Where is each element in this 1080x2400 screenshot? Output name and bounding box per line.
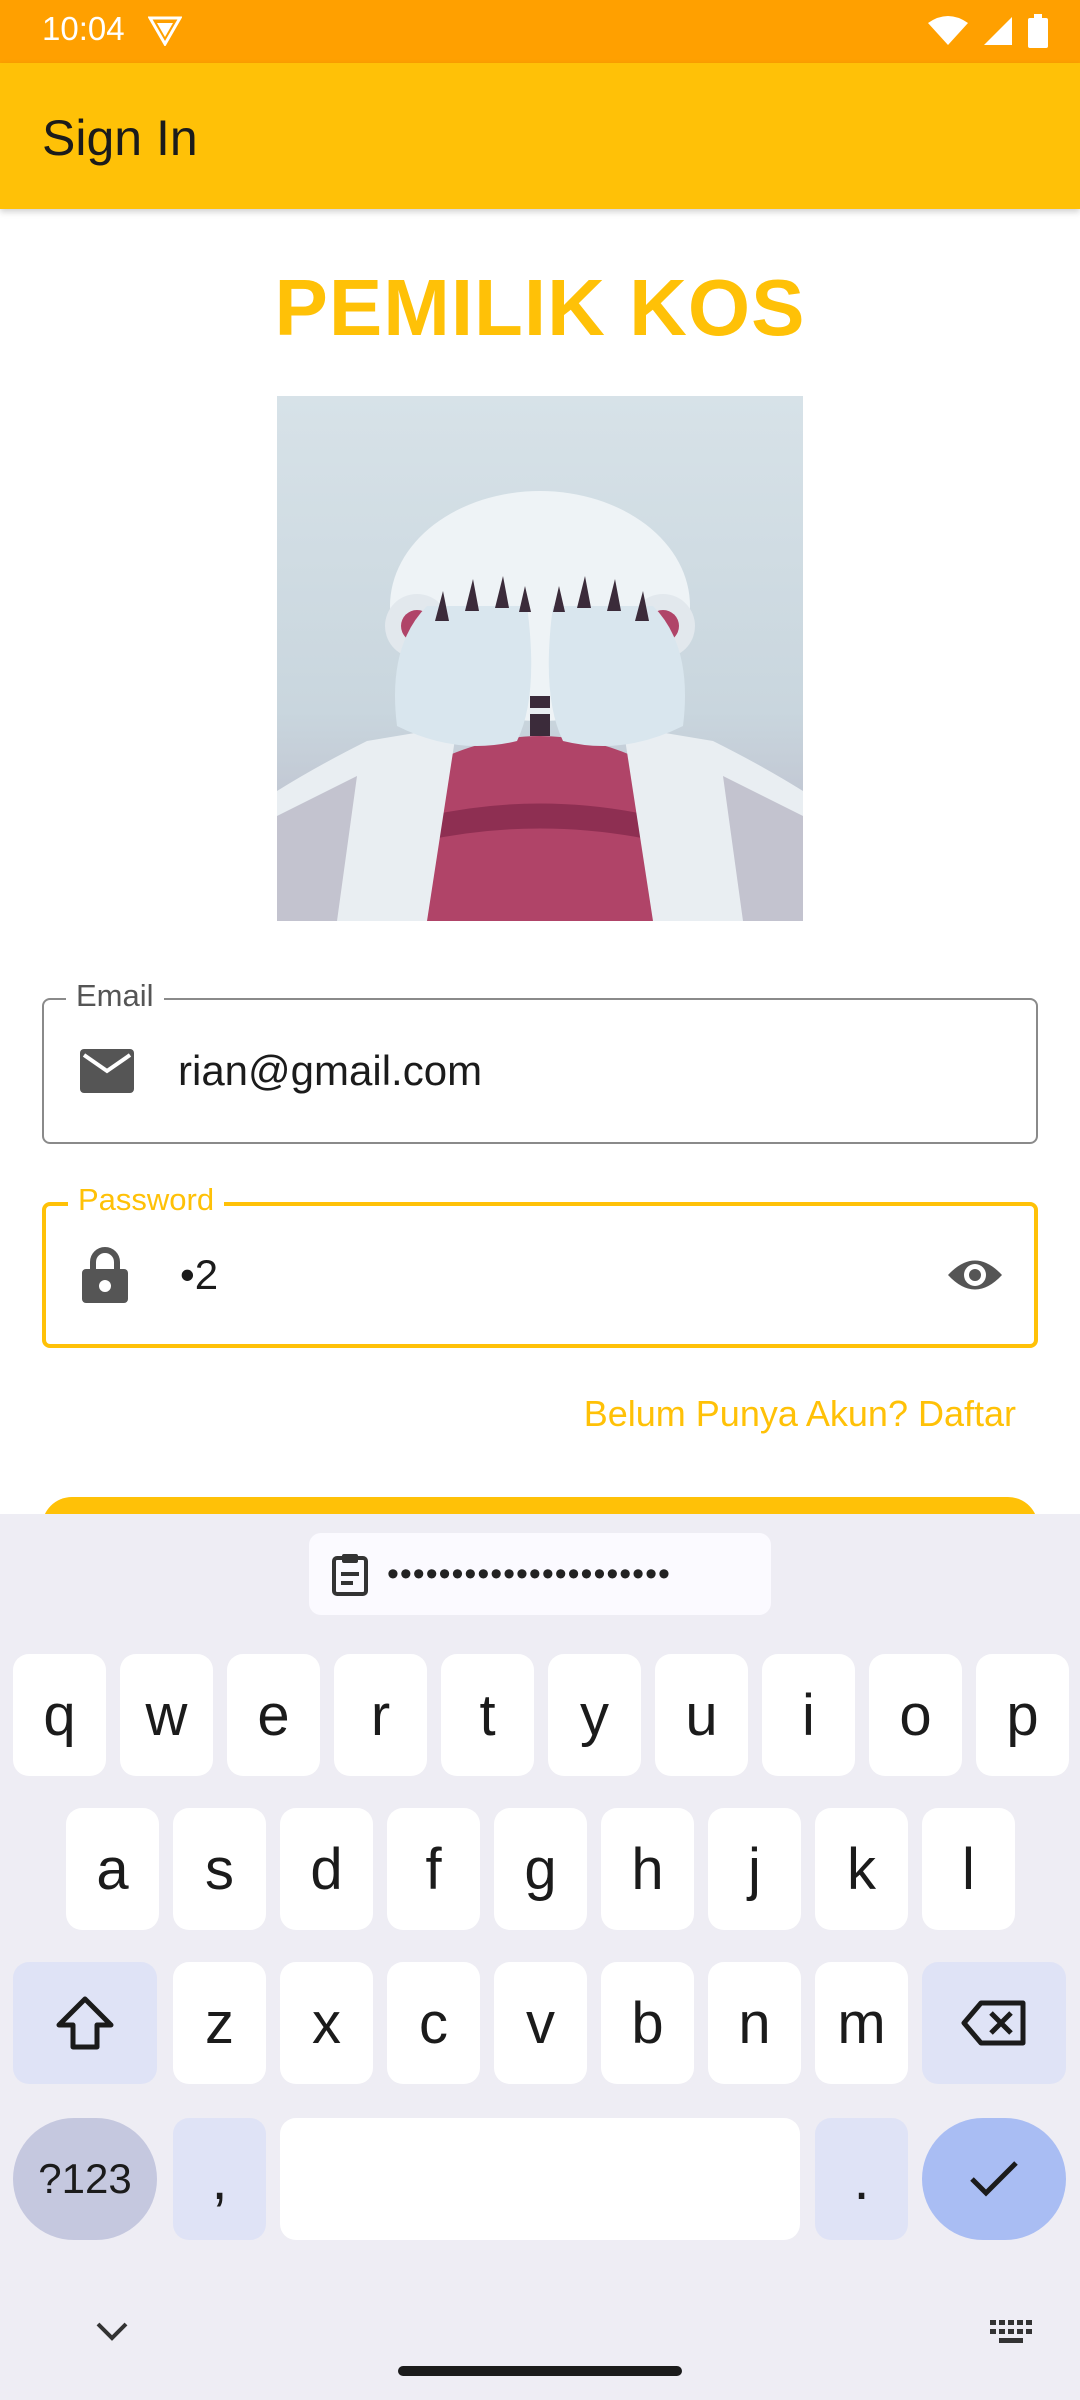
key-n[interactable]: n: [708, 1962, 801, 2084]
email-icon: [80, 1049, 134, 1093]
password-label: Password: [68, 1182, 225, 1218]
password-value: •2: [180, 1251, 219, 1298]
soft-keyboard: •••••••••••••••••••••• q w e r t y u i o…: [0, 1514, 1080, 2400]
app-bar-title: Sign In: [42, 110, 198, 166]
key-d[interactable]: d: [280, 1808, 373, 1930]
clipboard-icon: [332, 1554, 368, 1596]
key-v[interactable]: v: [494, 1962, 587, 2084]
key-o[interactable]: o: [869, 1654, 962, 1776]
key-a[interactable]: a: [66, 1808, 159, 1930]
key-h[interactable]: h: [601, 1808, 694, 1930]
key-p[interactable]: p: [976, 1654, 1069, 1776]
status-time: 10:04: [42, 10, 125, 47]
done-key[interactable]: [922, 2118, 1066, 2240]
key-b[interactable]: b: [601, 1962, 694, 2084]
key-s[interactable]: s: [173, 1808, 266, 1930]
app-bar: Sign In: [0, 63, 1080, 209]
email-field[interactable]: Email rian@gmail.com: [42, 978, 1038, 1144]
key-j[interactable]: j: [708, 1808, 801, 1930]
signal-icon: [984, 17, 1012, 45]
key-r[interactable]: r: [334, 1654, 427, 1776]
show-password-icon[interactable]: [946, 1256, 1004, 1294]
shift-icon: [56, 1996, 114, 2050]
key-w[interactable]: w: [120, 1654, 213, 1776]
shift-key[interactable]: [13, 1962, 157, 2084]
email-label: Email: [66, 978, 164, 1014]
key-g[interactable]: g: [494, 1808, 587, 1930]
keyboard-nav-area: [0, 2300, 1080, 2400]
key-y[interactable]: y: [548, 1654, 641, 1776]
backspace-icon: [961, 2000, 1026, 2046]
chevron-down-icon[interactable]: [96, 2322, 128, 2342]
key-u[interactable]: u: [655, 1654, 748, 1776]
key-i[interactable]: i: [762, 1654, 855, 1776]
key-t[interactable]: t: [441, 1654, 534, 1776]
home-indicator[interactable]: [398, 2366, 682, 2376]
backspace-key[interactable]: [922, 1962, 1066, 2084]
key-c[interactable]: c: [387, 1962, 480, 2084]
key-x[interactable]: x: [280, 1962, 373, 2084]
key-l[interactable]: l: [922, 1808, 1015, 1930]
symbols-key[interactable]: ?123: [13, 2118, 157, 2240]
wifi-icon: [928, 16, 968, 45]
key-k[interactable]: k: [815, 1808, 908, 1930]
page-title: PEMILIK KOS: [274, 263, 806, 352]
keyboard-switch-icon[interactable]: [990, 2320, 1034, 2346]
email-value: rian@gmail.com: [178, 1047, 483, 1094]
checkmark-icon: [970, 2161, 1018, 2197]
clipboard-text: ••••••••••••••••••••••: [387, 1554, 671, 1593]
key-m[interactable]: m: [815, 1962, 908, 2084]
key-z[interactable]: z: [173, 1962, 266, 2084]
key-q[interactable]: q: [13, 1654, 106, 1776]
lock-icon: [82, 1247, 128, 1303]
period-key[interactable]: .: [815, 2118, 908, 2240]
battery-icon: [1028, 14, 1048, 48]
comma-key[interactable]: ,: [173, 2118, 266, 2240]
key-e[interactable]: e: [227, 1654, 320, 1776]
status-icons: [928, 12, 1048, 50]
clipboard-suggestion[interactable]: ••••••••••••••••••••••: [309, 1533, 771, 1615]
vpn-icon: [148, 16, 182, 46]
hero-illustration: [277, 396, 803, 921]
key-f[interactable]: f: [387, 1808, 480, 1930]
status-bar: 10:04: [0, 0, 1080, 63]
space-key[interactable]: [280, 2118, 800, 2240]
password-field[interactable]: Password •2: [42, 1182, 1038, 1348]
polar-bear-illustration: [277, 491, 803, 921]
signup-link[interactable]: Belum Punya Akun? Daftar: [584, 1393, 1016, 1435]
